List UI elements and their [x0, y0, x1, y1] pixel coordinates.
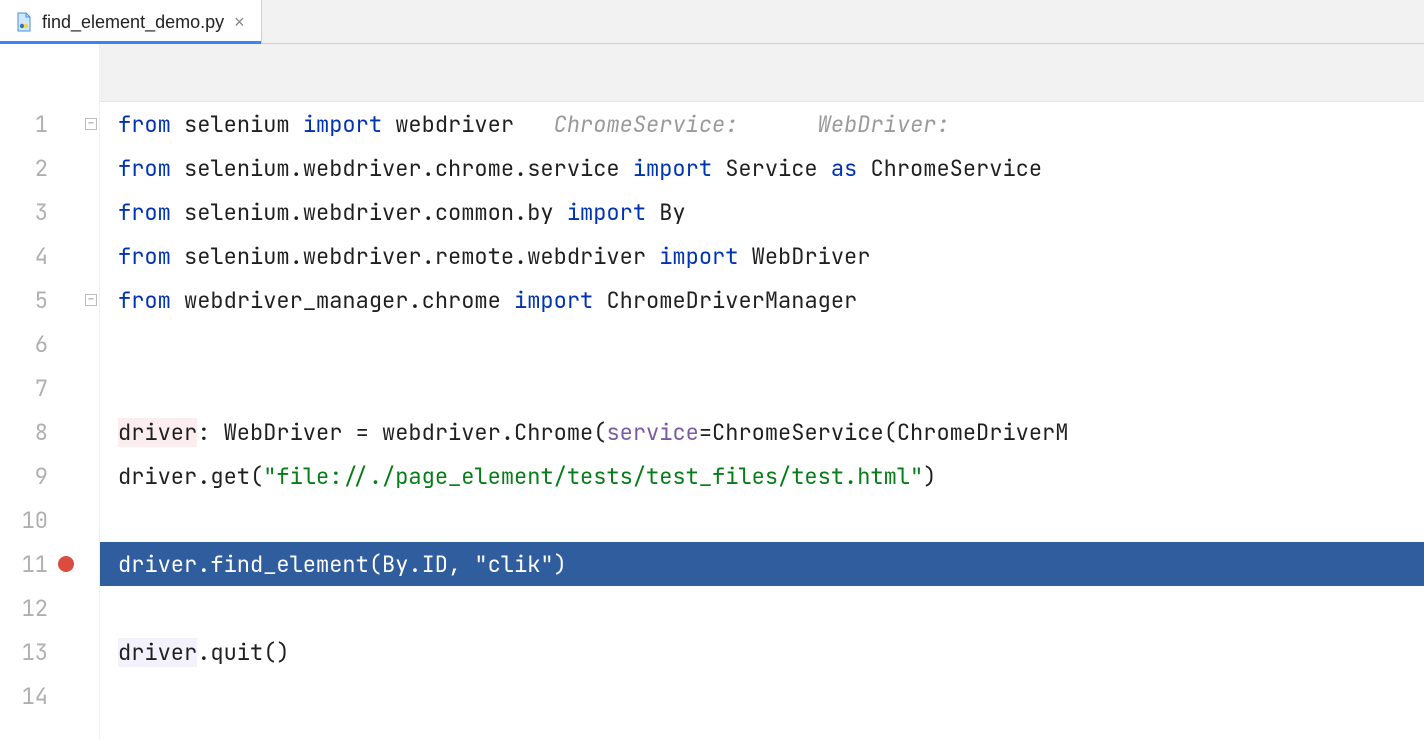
line-number[interactable]: 14 [18, 682, 48, 711]
code-line-breakpoint[interactable]: driver.find_element(By.ID, "clik") [100, 542, 1424, 586]
tab-file[interactable]: find_element_demo.py × [0, 0, 262, 43]
code-line[interactable]: driver.quit() [100, 630, 1424, 674]
code-line[interactable]: from webdriver_manager.chrome import Chr… [100, 278, 1424, 322]
code-line[interactable] [100, 674, 1424, 718]
code-line[interactable]: driver: WebDriver = webdriver.Chrome(ser… [100, 410, 1424, 454]
line-number[interactable]: 2 [18, 154, 48, 183]
code-area[interactable]: from selenium import webdriver ChromeSer… [100, 44, 1424, 740]
code-line[interactable] [100, 498, 1424, 542]
fold-icon[interactable]: − [85, 118, 97, 130]
code-line[interactable]: from selenium.webdriver.remote.webdriver… [100, 234, 1424, 278]
line-number[interactable]: 7 [18, 374, 48, 403]
inlay-hint: ChromeService: [554, 110, 739, 139]
fold-end-icon[interactable]: − [85, 294, 97, 306]
code-line[interactable] [100, 366, 1424, 410]
editor[interactable]: 1 − 2 3 4 5 − 6 7 8 9 10 11 12 13 14 from … [0, 44, 1424, 740]
code-line[interactable] [100, 322, 1424, 366]
tab-filename: find_element_demo.py [42, 13, 224, 31]
python-file-icon [14, 12, 34, 32]
gutter[interactable]: 1 − 2 3 4 5 − 6 7 8 9 10 11 12 13 14 [0, 44, 100, 740]
code-line[interactable] [100, 586, 1424, 630]
code-line[interactable]: from selenium.webdriver.chrome.service i… [100, 146, 1424, 190]
line-number[interactable]: 13 [18, 638, 48, 667]
breakpoint-icon[interactable] [58, 556, 74, 572]
line-number[interactable]: 12 [18, 594, 48, 623]
line-number[interactable]: 11 [18, 550, 48, 579]
code-line[interactable]: from selenium.webdriver.common.by import… [100, 190, 1424, 234]
line-number[interactable]: 10 [18, 506, 48, 535]
tab-close-icon[interactable]: × [232, 11, 247, 33]
line-number[interactable]: 1 [18, 110, 48, 139]
line-number[interactable]: 9 [18, 462, 48, 491]
line-number[interactable]: 5 [18, 286, 48, 315]
line-number[interactable]: 4 [18, 242, 48, 271]
code-line[interactable]: driver.get("file://./page_element/tests/… [100, 454, 1424, 498]
line-number[interactable]: 6 [18, 330, 48, 359]
line-number[interactable]: 3 [18, 198, 48, 227]
line-number[interactable]: 8 [18, 418, 48, 447]
tab-strip: find_element_demo.py × [0, 0, 1424, 44]
inlay-hint: WebDriver: [818, 110, 950, 139]
code-line[interactable]: from selenium import webdriver ChromeSer… [100, 102, 1424, 146]
